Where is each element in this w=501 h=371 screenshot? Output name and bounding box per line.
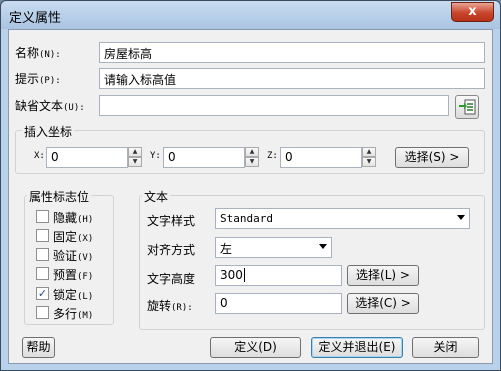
flag-lock-text: 锁定(L) xyxy=(53,286,93,303)
z-spin-up-icon[interactable]: ▲ xyxy=(362,147,376,157)
text-settings-group-title: 文本 xyxy=(142,188,171,205)
text-height-input[interactable]: 300 xyxy=(215,265,342,286)
title-bar[interactable]: 定义属性 x xyxy=(1,1,500,29)
dialog-title: 定义属性 xyxy=(9,11,62,26)
text-style-label: 文字样式 xyxy=(147,214,196,228)
text-style-value: Standard xyxy=(220,212,273,225)
y-spin-up-icon[interactable]: ▲ xyxy=(245,147,259,157)
x-spin-down-icon[interactable]: ▼ xyxy=(128,157,142,167)
text-style-select[interactable]: Standard xyxy=(215,208,470,229)
default-label-row: 缺省文本(U): xyxy=(15,97,85,114)
alignment-label: 对齐方式 xyxy=(147,243,196,257)
insert-field-icon xyxy=(459,99,476,115)
rotation-key: (R): xyxy=(171,303,193,313)
flag-constant-text: 固定(X) xyxy=(53,228,93,245)
insert-point-group-title: 插入坐标 xyxy=(22,123,75,140)
attribute-flags-group-title: 属性标志位 xyxy=(27,188,92,205)
name-label-row: 名称(N): xyxy=(15,44,61,61)
text-height-select-button[interactable]: 选择(L) > xyxy=(347,265,419,286)
close-button[interactable]: 关闭 xyxy=(412,337,479,358)
flag-preset-label: 预置 xyxy=(53,268,78,282)
z-spin-down-icon[interactable]: ▼ xyxy=(362,157,376,167)
flag-constant-checkbox[interactable] xyxy=(36,229,49,242)
flag-preset-key: (F) xyxy=(77,272,94,282)
z-spinner[interactable]: ▲ ▼ xyxy=(362,147,376,168)
default-text-label: 缺省文本 xyxy=(15,99,64,113)
default-text-key: (U): xyxy=(63,103,85,113)
name-key: (N): xyxy=(39,50,61,60)
flag-hidden-text: 隐藏(H) xyxy=(53,209,93,226)
flag-verify-checkbox[interactable] xyxy=(36,248,49,261)
y-spinner[interactable]: ▲ ▼ xyxy=(245,147,259,168)
flag-lock-key: (L) xyxy=(77,292,94,302)
name-input[interactable]: 房屋标高 xyxy=(99,42,485,63)
define-button[interactable]: 定义(D) xyxy=(210,337,301,358)
flag-lock-label: 锁定 xyxy=(53,288,78,302)
text-height-value: 300 xyxy=(220,268,243,282)
x-input[interactable]: 0 xyxy=(46,147,128,168)
prompt-input[interactable]: 请输入标高值 xyxy=(99,68,485,89)
z-label: Z: xyxy=(267,151,278,161)
prompt-label-row: 提示(P): xyxy=(15,70,61,87)
define-and-exit-button[interactable]: 定义并退出(E) xyxy=(311,337,403,358)
flag-hidden-label: 隐藏 xyxy=(53,211,78,225)
x-label: X: xyxy=(34,151,45,161)
dialog-window: 定义属性 x 名称(N): 房屋标高 提示(P): 请输入标高值 缺省文本(U)… xyxy=(0,0,501,371)
help-button[interactable]: 帮助 xyxy=(22,337,55,358)
text-cursor xyxy=(243,268,245,282)
rotation-label: 旋转 xyxy=(147,299,172,313)
prompt-label: 提示 xyxy=(15,72,40,86)
flag-hidden-key: (H) xyxy=(77,215,94,225)
text-height-label: 文字高度 xyxy=(147,272,196,286)
flag-verify-label: 验证 xyxy=(53,249,78,263)
x-spinner[interactable]: ▲ ▼ xyxy=(128,147,142,168)
flag-verify-key: (V) xyxy=(77,253,94,263)
insert-point-select-button[interactable]: 选择(S) > xyxy=(395,147,469,168)
y-input[interactable]: 0 xyxy=(163,147,245,168)
prompt-key: (P): xyxy=(39,76,61,86)
flag-preset-text: 预置(F) xyxy=(53,266,93,283)
rotation-label-row: 旋转(R): xyxy=(147,297,193,314)
z-input[interactable]: 0 xyxy=(280,147,362,168)
alignment-value: 左 xyxy=(220,242,233,256)
rotation-input[interactable]: 0 xyxy=(215,293,342,314)
flag-constant-key: (X) xyxy=(77,234,94,244)
y-label: Y: xyxy=(150,151,161,161)
flag-multiline-key: (M) xyxy=(77,311,94,321)
insert-field-button[interactable] xyxy=(455,95,479,119)
y-spin-down-icon[interactable]: ▼ xyxy=(245,157,259,167)
default-text-input[interactable] xyxy=(99,95,449,116)
flag-preset-checkbox[interactable] xyxy=(36,267,49,280)
flag-multiline-checkbox[interactable] xyxy=(36,306,49,319)
flag-verify-text: 验证(V) xyxy=(53,247,93,264)
flag-multiline-text: 多行(M) xyxy=(53,305,93,322)
close-window-button[interactable]: x xyxy=(451,2,494,22)
flag-hidden-checkbox[interactable] xyxy=(36,210,49,223)
flag-constant-label: 固定 xyxy=(53,230,78,244)
rotation-select-button[interactable]: 选择(C) > xyxy=(347,293,419,314)
alignment-select[interactable]: 左 xyxy=(215,237,332,258)
x-spin-up-icon[interactable]: ▲ xyxy=(128,147,142,157)
name-label: 名称 xyxy=(15,46,40,60)
dialog-client-area: 名称(N): 房屋标高 提示(P): 请输入标高值 缺省文本(U): 插入坐标 … xyxy=(8,29,493,364)
flag-multiline-label: 多行 xyxy=(53,307,78,321)
alignment-dropdown-icon xyxy=(319,244,327,249)
text-style-dropdown-icon xyxy=(457,215,465,220)
flag-lock-checkbox[interactable]: ✓ xyxy=(36,287,49,300)
